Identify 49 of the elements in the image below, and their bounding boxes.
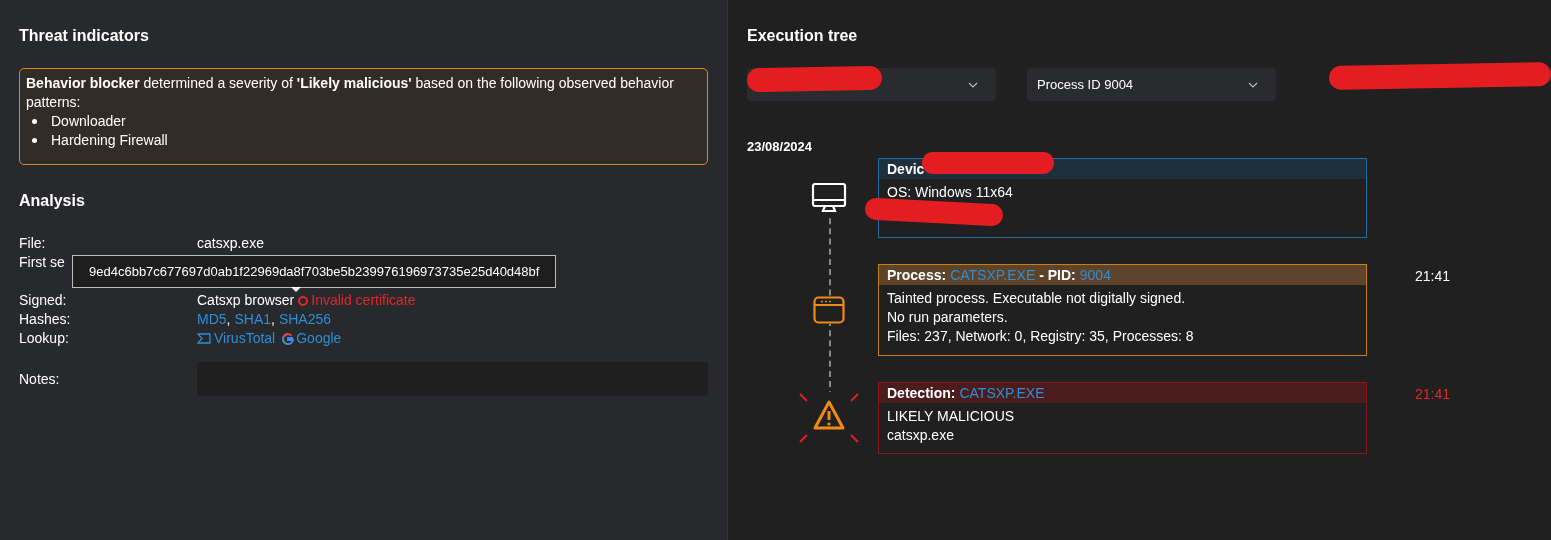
section-title: Analysis xyxy=(19,191,86,211)
field-label: Lookup: xyxy=(19,329,70,348)
section-title: Execution tree xyxy=(747,26,859,46)
dropdown[interactable] xyxy=(747,68,996,101)
alert-icon xyxy=(797,392,860,444)
google-icon xyxy=(282,332,295,345)
event-time: 21:41 xyxy=(1415,267,1451,286)
lookup-link[interactable]: Google xyxy=(282,329,342,348)
field-label: File: xyxy=(19,234,47,253)
process-link[interactable]: 9004 xyxy=(1079,264,1111,286)
separator-text: , xyxy=(226,310,231,329)
header-text: Detection: xyxy=(887,383,956,403)
hash-link[interactable]: SHA256 xyxy=(278,310,332,329)
bullet-icon xyxy=(32,138,37,143)
flag-icon xyxy=(197,333,211,344)
section-title: Threat indicators xyxy=(19,26,150,46)
process-link[interactable]: CATSXP.EXE xyxy=(950,264,1036,286)
card-text: Tainted process. Executable not digitally signed. xyxy=(887,289,1187,308)
tooltip-arrow-icon xyxy=(291,287,301,292)
card-text: OS: Windows 11x64 xyxy=(887,183,1014,202)
chevron-down-icon xyxy=(1248,81,1258,88)
pattern-item: Hardening Firewall xyxy=(51,131,168,150)
lookup-link[interactable]: VirusTotal xyxy=(197,329,276,348)
header-text: - PID: xyxy=(1039,265,1076,285)
card-text: LIKELY MALICIOUS xyxy=(887,407,1016,426)
card-text: Files: 237, Network: 0, Registry: 35, Processes: 8 xyxy=(887,327,1195,346)
header-text: Process: xyxy=(887,265,947,285)
bullet-icon xyxy=(32,119,37,124)
threat-message: Behavior blocker determined a severity of 'Likely malicious' based on the following observed behavior patterns: xyxy=(26,74,675,112)
warning-icon xyxy=(298,295,309,306)
field-value: Catsxp browser xyxy=(197,291,295,310)
warning-text: Invalid certificate xyxy=(311,291,416,310)
window-icon xyxy=(812,296,845,324)
event-time: 21:41 xyxy=(1415,385,1451,404)
pattern-item: Downloader xyxy=(51,112,126,131)
header-text: Devic xyxy=(887,159,925,179)
field-label: Notes: xyxy=(19,369,61,389)
separator-text: , xyxy=(271,310,275,329)
date-label: 23/08/2024 xyxy=(747,139,813,155)
card-text: No run parameters. xyxy=(887,308,1009,327)
field-label: Hashes: xyxy=(19,310,72,329)
field-label: Signed: xyxy=(19,291,68,310)
hash-link[interactable]: MD5 xyxy=(197,310,227,329)
process-link[interactable]: CATSXP.EXE xyxy=(959,382,1045,404)
card-text: catsxp.exe xyxy=(887,426,955,445)
monitor-icon xyxy=(810,182,847,214)
chevron-down-icon xyxy=(968,81,978,88)
field-value: catsxp.exe xyxy=(197,234,264,253)
process-dropdown[interactable]: Process ID 9004 xyxy=(1027,68,1276,101)
